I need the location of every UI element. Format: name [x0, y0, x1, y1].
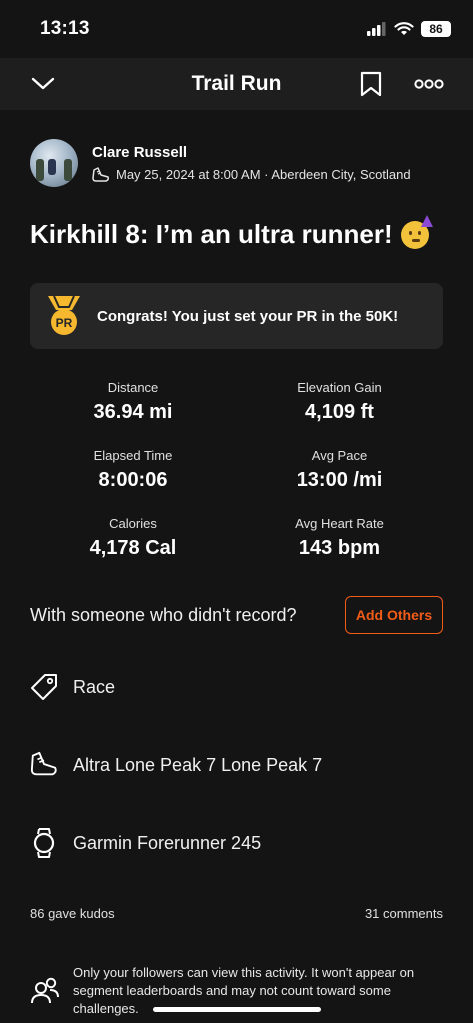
party-face-emoji-icon: [400, 214, 433, 249]
pr-medal-icon: PR: [44, 294, 84, 338]
stat-label: Distance: [107, 380, 159, 395]
stat-label: Calories: [109, 516, 157, 531]
activity-title-text: Kirkhill 8: I’m an ultra runner!: [30, 219, 393, 249]
tag-icon: [30, 672, 58, 702]
add-others-button[interactable]: Add Others: [345, 596, 443, 634]
stat-label: Avg Pace: [311, 448, 368, 463]
stats-grid: Distance 36.94 mi Elevation Gain 4,109 f…: [30, 373, 443, 577]
stat-value: 4,109 ft: [305, 401, 374, 423]
bookmark-icon[interactable]: [358, 70, 384, 98]
activity-date-location: May 25, 2024 at 8:00 AM · Aberdeen City,…: [116, 167, 411, 182]
shoe-icon: [92, 166, 109, 182]
stat-avg-pace: Avg Pace 13:00 /mi: [236, 441, 443, 509]
pr-badge-text: PR: [56, 316, 73, 330]
stat-value: 4,178 Cal: [89, 537, 177, 559]
stat-label: Avg Heart Rate: [295, 516, 384, 531]
watch-icon: [30, 828, 58, 858]
page-title: Trail Run: [191, 72, 282, 95]
comments-count[interactable]: 31 comments: [365, 906, 443, 921]
battery-indicator: 86: [421, 21, 451, 37]
pr-message: Congrats! You just set your PR in the 50…: [97, 307, 399, 325]
chevron-down-icon[interactable]: [30, 72, 56, 96]
nav-bar: Trail Run: [0, 58, 473, 110]
wifi-icon: [394, 22, 414, 35]
stat-elapsed-time: Elapsed Time 8:00:06: [30, 441, 236, 509]
stat-calories: Calories 4,178 Cal: [30, 509, 236, 577]
stat-value: 8:00:06: [98, 469, 168, 491]
device-label: Garmin Forerunner 245: [73, 832, 262, 853]
stat-label: Elapsed Time: [93, 448, 173, 463]
more-options-icon[interactable]: [412, 70, 446, 98]
with-others-prompt: With someone who didn't record?: [30, 604, 297, 625]
home-indicator[interactable]: [153, 1007, 321, 1012]
activity-header: Clare Russell May 25, 2024 at 8:00 AM · …: [30, 139, 411, 187]
stat-elevation-gain: Elevation Gain 4,109 ft: [236, 373, 443, 441]
gear-label: Altra Lone Peak 7 Lone Peak 7: [73, 754, 323, 775]
stat-avg-heart-rate: Avg Heart Rate 143 bpm: [236, 509, 443, 577]
status-bar: 13:13 86: [0, 0, 473, 58]
activity-title: Kirkhill 8: I’m an ultra runner!: [30, 214, 433, 250]
pr-banner[interactable]: PR Congrats! You just set your PR in the…: [30, 283, 443, 349]
workout-type-row[interactable]: Race: [30, 670, 115, 704]
stat-label: Elevation Gain: [297, 380, 382, 395]
shoe-icon: [30, 750, 58, 780]
stat-distance: Distance 36.94 mi: [30, 373, 236, 441]
activity-meta: May 25, 2024 at 8:00 AM · Aberdeen City,…: [92, 166, 411, 183]
followers-icon: [30, 976, 60, 1006]
status-icons: 86: [367, 21, 451, 37]
kudos-count[interactable]: 86 gave kudos: [30, 906, 115, 921]
stat-value: 143 bpm: [298, 537, 381, 559]
social-row: 86 gave kudos 31 comments: [30, 906, 443, 921]
workout-type-label: Race: [73, 676, 116, 697]
stat-value: 36.94 mi: [93, 401, 173, 423]
stat-value: 13:00 /mi: [296, 469, 383, 491]
gear-row[interactable]: Altra Lone Peak 7 Lone Peak 7: [30, 748, 322, 782]
signal-icon: [367, 22, 386, 36]
athlete-name[interactable]: Clare Russell: [92, 144, 411, 161]
status-time: 13:13: [40, 18, 90, 39]
device-row[interactable]: Garmin Forerunner 245: [30, 826, 261, 860]
avatar[interactable]: [30, 139, 78, 187]
with-others-row: With someone who didn't record? Add Othe…: [30, 596, 443, 634]
